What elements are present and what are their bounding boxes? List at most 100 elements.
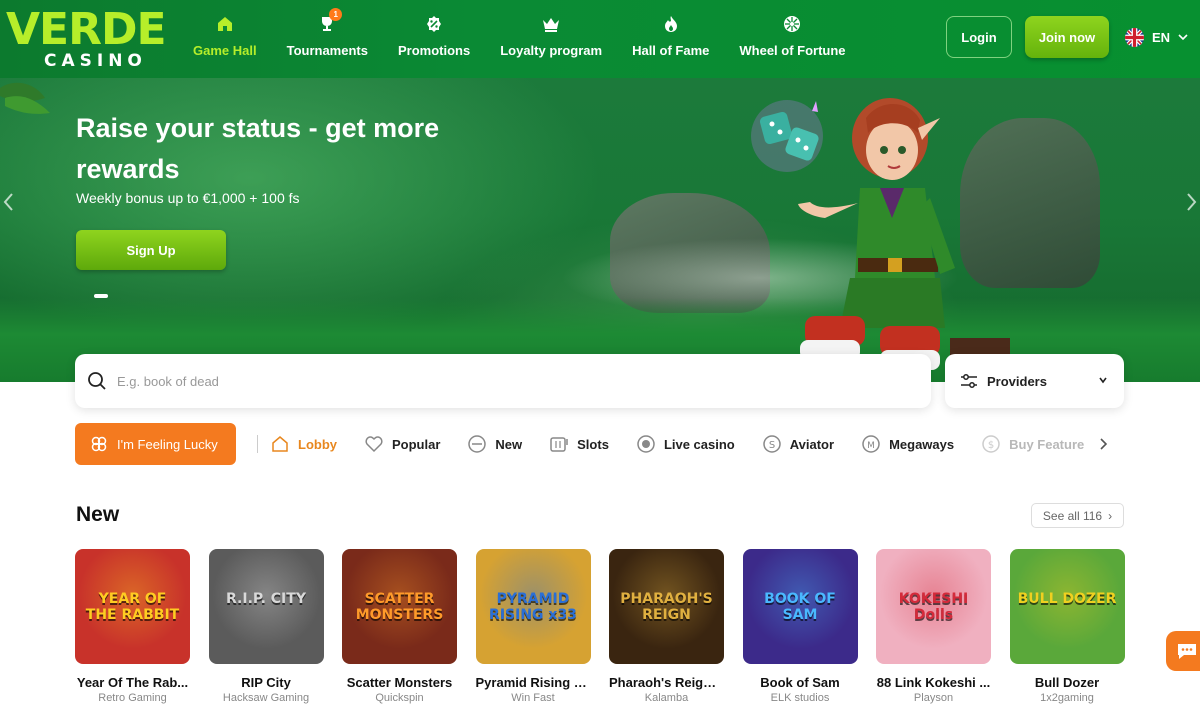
slots-icon — [549, 434, 569, 454]
game-card[interactable]: R.I.P. CITY RIP City Hacksaw Gaming — [208, 549, 324, 704]
game-provider: ELK studios — [770, 692, 830, 704]
language-code: EN — [1152, 29, 1171, 45]
game-title: Book of Sam — [760, 675, 840, 690]
game-thumbnail[interactable]: SCATTER MONSTERS — [342, 549, 457, 664]
flame-icon — [661, 14, 681, 34]
feeling-lucky-button[interactable]: I'm Feeling Lucky — [75, 423, 236, 465]
hero-title: Raise your status - get more rewards — [76, 113, 440, 184]
svg-text:$: $ — [988, 440, 994, 451]
chat-bubble-icon — [1178, 644, 1196, 659]
crown-icon — [541, 14, 561, 34]
game-thumbnail-title: SCATTER MONSTERS — [355, 591, 444, 623]
game-title: Pyramid Rising x... — [475, 675, 591, 690]
game-title: Scatter Monsters — [346, 675, 453, 690]
heart-icon — [364, 434, 384, 454]
game-thumbnail[interactable]: PYRAMID RISING x33 — [475, 549, 591, 664]
category-slots[interactable]: Slots — [549, 434, 609, 454]
tournaments-count-badge: 1 — [329, 8, 343, 21]
game-provider: 1x2gaming — [1040, 692, 1094, 704]
carousel-next-arrow-icon[interactable] — [1184, 190, 1198, 214]
category-live-casino[interactable]: Live casino — [636, 434, 735, 454]
game-thumbnail[interactable]: BOOK OF SAM — [742, 549, 858, 664]
game-title: Pharaoh's Reign ... — [609, 675, 724, 690]
game-provider: Playson — [913, 692, 954, 704]
carousel-indicator[interactable] — [94, 294, 108, 298]
game-thumbnail[interactable]: YEAR OF THE RABBIT — [75, 549, 190, 664]
game-thumbnail-title: BOOK OF SAM — [764, 591, 836, 623]
feeling-lucky-label: I'm Feeling Lucky — [117, 436, 218, 452]
clover-icon — [91, 436, 107, 452]
live-chat-button[interactable] — [1166, 631, 1200, 671]
chevron-down-icon — [1178, 34, 1188, 41]
game-provider: Hacksaw Gaming — [222, 692, 310, 704]
hero-banner: Raise your status - get more rewards Wee… — [0, 78, 1200, 382]
join-now-button[interactable]: Join now — [1025, 16, 1109, 58]
game-thumbnail[interactable]: PHARAOH'S REIGN — [609, 549, 724, 664]
game-card[interactable]: SCATTER MONSTERS Scatter Monsters Quickspi… — [342, 549, 457, 704]
category-label: Aviator — [789, 436, 835, 452]
category-megaways[interactable]: M Megaways — [861, 434, 954, 454]
uk-flag-icon — [1125, 27, 1144, 47]
game-card[interactable]: BOOK OF SAM Book of Sam ELK studios — [742, 549, 858, 704]
nav-tournaments[interactable]: 1 Tournaments — [272, 0, 383, 78]
game-card[interactable]: PHARAOH'S REIGN Pharaoh's Reign ... Kalamb… — [609, 549, 724, 704]
see-all-label: See all 116 — [1042, 508, 1103, 523]
percent-badge-icon — [424, 14, 444, 34]
game-thumbnail-title: BULL DOZER — [1017, 591, 1117, 607]
providers-filter-button[interactable]: Providers — [945, 354, 1124, 408]
new-games-list: YEAR OF THE RABBIT Year Of The Rab... Retr… — [75, 549, 1143, 704]
nav-loyalty-program[interactable]: Loyalty program — [485, 0, 617, 78]
top-navigation-bar: VERDE CASINO Game Hall 1 Tournaments Pro… — [0, 0, 1200, 78]
see-all-button[interactable]: See all 116 › — [1031, 503, 1124, 528]
game-thumbnail[interactable]: KOKESHI Dolls — [876, 549, 991, 664]
chevron-down-icon — [1099, 377, 1107, 384]
category-buy-feature[interactable]: $ Buy Feature — [981, 434, 1084, 454]
megaways-icon: M — [861, 434, 881, 454]
game-title: 88 Link Kokeshi ... — [876, 675, 991, 690]
category-label: Live casino — [663, 436, 735, 452]
search-icon — [88, 372, 106, 390]
game-search-bar — [75, 354, 931, 408]
category-new[interactable]: New — [467, 434, 522, 454]
verde-casino-logo[interactable]: VERDE CASINO — [6, 6, 176, 72]
game-card[interactable]: KOKESHI Dolls 88 Link Kokeshi ... Playson — [876, 549, 991, 704]
game-title: Bull Dozer — [1034, 675, 1100, 690]
new-icon — [467, 434, 487, 454]
game-thumbnail-title: KOKESHI Dolls — [898, 591, 969, 623]
providers-label: Providers — [987, 373, 1047, 389]
nav-label: Wheel of Fortune — [739, 43, 846, 58]
game-provider: Retro Gaming — [98, 692, 167, 704]
category-tabs: Lobby Popular New Slots Live casino S Av… — [270, 432, 1111, 456]
game-card[interactable]: YEAR OF THE RABBIT Year Of The Rab... Retr… — [75, 549, 190, 704]
carousel-prev-arrow-icon[interactable] — [2, 190, 16, 214]
nav-label: Game Hall — [193, 43, 257, 58]
nav-game-hall[interactable]: Game Hall — [178, 0, 272, 78]
divider — [257, 435, 258, 453]
game-thumbnail-title: PYRAMID RISING x33 — [489, 591, 577, 623]
nav-hall-of-fame[interactable]: Hall of Fame — [617, 0, 724, 78]
login-button[interactable]: Login — [946, 16, 1012, 58]
nav-wheel-of-fortune[interactable]: Wheel of Fortune — [724, 0, 860, 78]
main-nav: Game Hall 1 Tournaments Promotions Loyal… — [178, 0, 861, 78]
wheel-icon — [782, 14, 802, 34]
category-aviator[interactable]: S Aviator — [762, 434, 834, 454]
game-thumbnail[interactable]: BULL DOZER — [1009, 549, 1125, 664]
svg-text:M: M — [867, 441, 875, 451]
language-selector[interactable]: EN — [1125, 26, 1188, 48]
game-thumbnail-title: PHARAOH'S REIGN — [620, 591, 713, 623]
logo-wordmark: VERDE — [6, 4, 167, 55]
category-lobby[interactable]: Lobby — [270, 434, 337, 454]
aviator-icon: S — [762, 434, 782, 454]
sign-up-button[interactable]: Sign Up — [76, 230, 226, 270]
category-label: Popular — [392, 436, 441, 452]
category-popular[interactable]: Popular — [364, 434, 440, 454]
categories-scroll-right-icon[interactable] — [1096, 436, 1110, 452]
search-input[interactable] — [117, 373, 877, 389]
game-thumbnail[interactable]: R.I.P. CITY — [208, 549, 324, 664]
category-label: New — [495, 436, 523, 452]
nav-label: Loyalty program — [500, 43, 603, 58]
nav-label: Tournaments — [286, 43, 368, 58]
game-card[interactable]: BULL DOZER Bull Dozer 1x2gaming — [1009, 549, 1125, 704]
game-card[interactable]: PYRAMID RISING x33 Pyramid Rising x... Win… — [475, 549, 591, 704]
nav-promotions[interactable]: Promotions — [383, 0, 485, 78]
